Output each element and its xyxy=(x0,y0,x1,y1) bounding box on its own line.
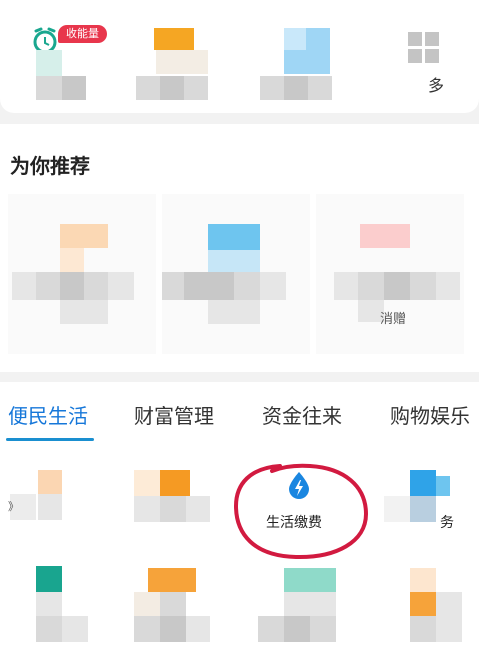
grid-icon xyxy=(408,32,440,64)
gift-label: 消赠 xyxy=(380,312,407,327)
recommend-section: 为你推荐 消赠 xyxy=(0,124,479,372)
service-item-right[interactable]: 务 xyxy=(380,468,479,548)
service-item-1[interactable] xyxy=(0,0,110,113)
service-item-row2-1[interactable] xyxy=(0,560,110,645)
highlight-circle xyxy=(233,463,369,560)
top-service-card: 收能量 多 xyxy=(0,0,479,113)
service-item-3[interactable] xyxy=(240,0,350,113)
energy-badge: 收能量 xyxy=(58,25,107,43)
service-item-row2-4[interactable] xyxy=(380,560,479,645)
active-tab-indicator xyxy=(6,438,94,441)
tab-fund-transfer[interactable]: 资金往来 xyxy=(262,400,342,429)
more-label: 多 xyxy=(428,76,445,95)
service-item-left[interactable]: 》 xyxy=(0,468,110,548)
more-button[interactable]: 多 xyxy=(380,0,479,113)
tab-wealth-management[interactable]: 财富管理 xyxy=(134,400,214,429)
service-item-orange[interactable] xyxy=(120,468,230,548)
service-item-row2-2[interactable] xyxy=(120,560,230,645)
recommend-card-2[interactable] xyxy=(162,194,310,354)
section-title: 为你推荐 xyxy=(10,154,90,178)
truck-icon xyxy=(154,28,194,50)
service-item-row2-3[interactable] xyxy=(240,560,360,645)
recommend-card-3[interactable]: 消赠 xyxy=(316,194,464,354)
service-item-2[interactable] xyxy=(120,0,230,113)
tab-convenience-life[interactable]: 便民生活 xyxy=(8,400,88,429)
recommend-card-1[interactable] xyxy=(8,194,156,354)
tab-shopping-entertainment[interactable]: 购物娱乐 xyxy=(390,400,470,429)
partial-left-label: 》 xyxy=(8,500,19,513)
partial-right-label: 务 xyxy=(440,515,454,531)
